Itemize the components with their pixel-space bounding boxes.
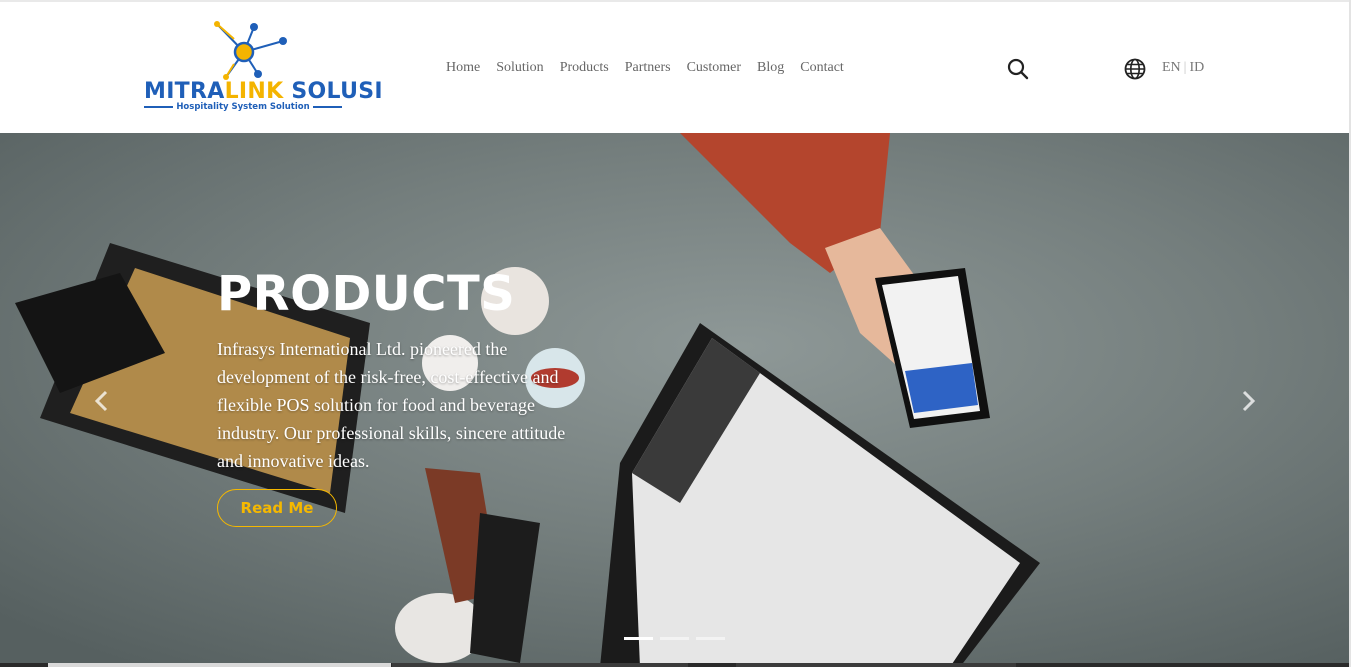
carousel-indicators bbox=[624, 637, 725, 640]
globe-icon[interactable] bbox=[1124, 58, 1146, 80]
search-icon[interactable] bbox=[1006, 57, 1030, 81]
lang-id[interactable]: ID bbox=[1189, 60, 1204, 75]
nav-solution[interactable]: Solution bbox=[496, 59, 543, 77]
strip-segment bbox=[392, 663, 688, 667]
hero-background-image bbox=[0, 133, 1349, 667]
carousel-indicator-2[interactable] bbox=[660, 637, 689, 640]
read-me-button[interactable]: Read Me bbox=[217, 489, 337, 527]
site-header: MITRALINK SOLUSI Hospitality System Solu… bbox=[0, 2, 1351, 133]
carousel-indicator-3[interactable] bbox=[696, 637, 725, 640]
brand-tagline: Hospitality System Solution bbox=[176, 102, 310, 112]
brand-word-part3: SOLUSI bbox=[283, 79, 383, 104]
network-logo-icon bbox=[214, 21, 287, 80]
brand-word-part1: MITRA bbox=[144, 79, 225, 104]
hero-bottom-strip bbox=[0, 663, 1349, 667]
brand-tagline-row: Hospitality System Solution bbox=[144, 102, 342, 112]
nav-products[interactable]: Products bbox=[560, 59, 609, 77]
language-switcher: EN | ID bbox=[1162, 59, 1204, 77]
lang-en[interactable]: EN bbox=[1162, 60, 1181, 75]
hero-description: Infrasys International Ltd. pioneered th… bbox=[217, 339, 566, 471]
hero-title: PRODUCTS bbox=[217, 266, 516, 322]
carousel-next-arrow-icon[interactable] bbox=[1238, 389, 1258, 413]
nav-partners[interactable]: Partners bbox=[625, 59, 671, 77]
nav-home[interactable]: Home bbox=[446, 59, 480, 77]
carousel-prev-arrow-icon[interactable] bbox=[92, 389, 112, 413]
carousel-indicator-1[interactable] bbox=[624, 637, 653, 640]
lang-separator: | bbox=[1183, 60, 1187, 75]
nav-contact[interactable]: Contact bbox=[800, 59, 844, 77]
nav-blog[interactable]: Blog bbox=[757, 59, 784, 77]
strip-segment bbox=[48, 663, 391, 667]
strip-segment bbox=[736, 663, 1016, 667]
main-nav: Home Solution Products Partners Customer… bbox=[446, 59, 860, 77]
nav-customer[interactable]: Customer bbox=[687, 59, 741, 77]
brand-logo[interactable]: MITRALINK SOLUSI Hospitality System Solu… bbox=[144, 19, 383, 117]
hero-carousel: PRODUCTS Infrasys International Ltd. pio… bbox=[0, 133, 1349, 667]
brand-word-part2: LINK bbox=[224, 79, 284, 104]
tagline-rule-left bbox=[144, 106, 174, 108]
tagline-rule-right bbox=[312, 106, 342, 108]
